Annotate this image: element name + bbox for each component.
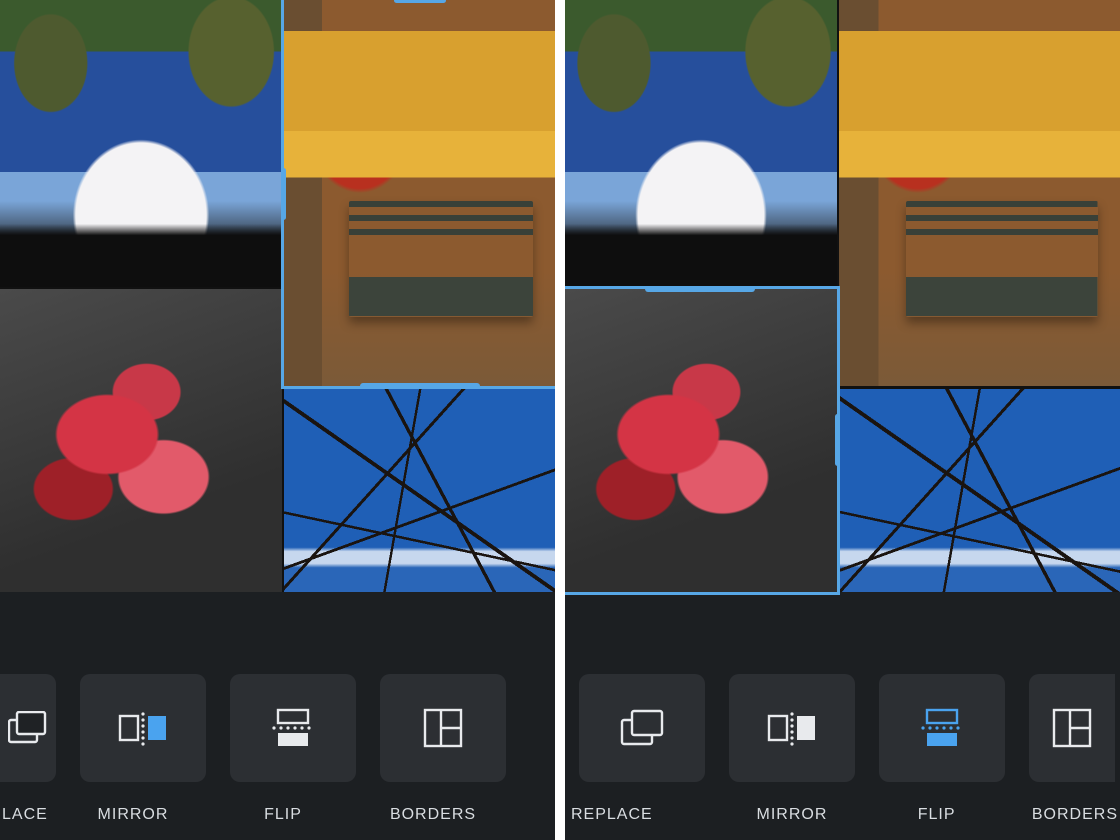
collage-tile-top-right[interactable] [839,0,1120,386]
flip-icon [268,708,318,748]
selection-handle-top[interactable] [394,0,446,3]
mirror-button[interactable] [80,674,206,782]
toolbar: REPLACE MIRROR FLIP BORDERS [565,592,1120,840]
mirror-button[interactable] [729,674,855,782]
flip-icon [917,708,967,748]
toolbar: LACE MIRROR FLIP BORDERS [0,592,555,840]
replace-button[interactable] [579,674,705,782]
borders-button[interactable] [1029,674,1115,782]
collage-tile-bottom-left[interactable] [0,289,282,592]
borders-button[interactable] [380,674,506,782]
replace-label: LACE [0,806,58,824]
flip-label: FLIP [208,806,358,824]
replace-icon [620,709,664,747]
mirror-icon [765,708,819,748]
replace-button[interactable] [0,674,56,782]
collage-tile-bottom-right[interactable] [839,389,1120,592]
selection-handle-right[interactable] [835,414,840,466]
flip-button[interactable] [230,674,356,782]
borders-icon [1052,708,1092,748]
replace-label: REPLACE [565,806,720,824]
editor-pane-right: REPLACE MIRROR FLIP BORDERS [565,0,1120,840]
mirror-icon [116,708,170,748]
collage-tile-top-right[interactable] [284,0,555,386]
collage-tile-top-left[interactable] [0,0,282,287]
mirror-label: MIRROR [58,806,208,824]
borders-label: BORDERS [358,806,508,824]
editor-pane-left: LACE MIRROR FLIP BORDERS [0,0,555,840]
mirror-label: MIRROR [720,806,865,824]
borders-icon [423,708,463,748]
selection-handle-left[interactable] [281,168,286,220]
replace-icon [8,711,48,745]
selection-handle-top[interactable] [645,286,755,292]
flip-label: FLIP [864,806,1009,824]
flip-button[interactable] [879,674,1005,782]
collage-canvas[interactable] [0,0,555,592]
collage-tile-top-left[interactable] [565,0,837,287]
collage-canvas[interactable] [565,0,1120,592]
collage-tile-bottom-right[interactable] [284,389,555,592]
collage-tile-bottom-left[interactable] [565,289,837,592]
selection-handle-bottom[interactable] [360,383,480,389]
borders-label: BORDERS [1009,806,1120,824]
